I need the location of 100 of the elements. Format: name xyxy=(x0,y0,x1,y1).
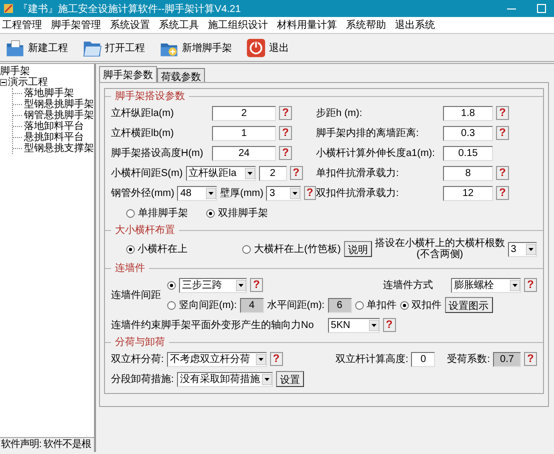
help-button[interactable]: ? xyxy=(304,186,316,200)
input-field[interactable]: 1 xyxy=(212,126,276,140)
help-button[interactable]: ? xyxy=(524,278,537,292)
window-title: 『建书』施工安全设施计算软件--脚手架计算V4.21 xyxy=(18,2,242,16)
toolbar-button[interactable]: 新增脚手架 xyxy=(157,36,234,58)
dropdown-arrow-icon[interactable] xyxy=(526,244,536,254)
dropdown-arrow-icon[interactable] xyxy=(368,320,379,330)
help-button[interactable]: ? xyxy=(279,106,292,120)
radio-icon[interactable] xyxy=(242,244,252,254)
input-field[interactable]: 6 xyxy=(328,298,352,312)
dropdown[interactable]: 立杆纵距la xyxy=(186,166,256,180)
field-label: 脚手架内排的离墙距离: xyxy=(316,126,420,140)
dropdown[interactable]: 不考虑双立杆分荷 xyxy=(166,352,267,366)
toolbar-button[interactable]: 新建工程 xyxy=(3,36,70,58)
input-field[interactable]: 24 xyxy=(212,146,276,160)
radio-button[interactable]: 双扣件 xyxy=(400,298,442,312)
tree-item[interactable]: 脚手架 xyxy=(0,66,94,77)
input-field[interactable]: 1.8 xyxy=(443,106,493,120)
tree-item[interactable]: 型钢悬挑脚手架 xyxy=(24,99,94,110)
radio-button[interactable]: 单扣件 xyxy=(354,298,397,312)
field-label: 竖向间距(m): xyxy=(179,299,237,312)
radio-icon[interactable] xyxy=(400,300,409,310)
radio-button[interactable] xyxy=(167,280,176,290)
input-field[interactable]: 0 xyxy=(411,352,436,366)
dropdown-arrow-icon[interactable] xyxy=(206,188,216,198)
section-title: 脚手架搭设参数 xyxy=(115,90,185,103)
radio-icon[interactable] xyxy=(126,244,135,254)
input-field[interactable]: 4 xyxy=(240,298,264,312)
help-button[interactable]: ? xyxy=(290,166,303,180)
menu-item[interactable]: 脚手架管理 xyxy=(51,17,101,33)
menu-item[interactable]: 材料用量计算 xyxy=(277,17,337,33)
field-label: 连墙件间距 xyxy=(111,288,162,302)
tree-item[interactable]: 演示工程 xyxy=(8,77,48,88)
radio-icon[interactable] xyxy=(354,300,364,310)
menu-item[interactable]: 系统工具 xyxy=(159,17,199,33)
dropdown-arrow-icon[interactable] xyxy=(290,188,300,198)
tree-item[interactable]: 型钢悬挑支撑架 xyxy=(24,143,94,154)
settings-button[interactable]: 设置 xyxy=(276,371,304,387)
radio-button[interactable]: 单排脚手架 xyxy=(126,206,188,220)
radio-icon[interactable] xyxy=(126,208,135,218)
menu-item[interactable]: 施工组织设计 xyxy=(208,17,268,33)
power-icon xyxy=(246,38,266,58)
radio-button[interactable] xyxy=(167,300,176,310)
dropdown-arrow-icon[interactable] xyxy=(244,168,255,178)
dropdown-arrow-icon[interactable] xyxy=(262,374,272,384)
info-button[interactable]: 说明 xyxy=(344,241,372,257)
help-button[interactable]: ? xyxy=(279,126,292,140)
dropdown[interactable]: 3 xyxy=(508,242,537,256)
help-button[interactable]: ? xyxy=(279,146,292,160)
help-button[interactable]: ? xyxy=(270,352,283,366)
input-field[interactable]: 2 xyxy=(258,166,287,180)
tab[interactable]: 脚手架参数 xyxy=(99,66,157,82)
field-label: 双立杆分荷: xyxy=(111,352,164,366)
tree-item[interactable]: 钢管悬挑脚手架 xyxy=(24,110,94,121)
field-label: 受荷系数: xyxy=(447,352,490,366)
input-field[interactable]: 8 xyxy=(443,166,493,180)
help-button[interactable]: ? xyxy=(496,106,509,120)
input-field[interactable]: 12 xyxy=(443,186,493,200)
radio-button[interactable]: 小横杆在上 xyxy=(126,242,188,256)
field-label: 立杆纵距la(m) xyxy=(111,106,175,120)
field-label: 立杆横距lb(m) xyxy=(111,126,175,140)
toolbar-button[interactable]: 打开工程 xyxy=(80,36,147,58)
dropdown[interactable]: 5KN xyxy=(328,318,380,332)
radio-button[interactable]: 大横杆在上(竹笆板) xyxy=(242,242,341,256)
field-label: 连墙件方式 xyxy=(383,278,433,292)
field-note: (不含两侧) xyxy=(415,249,464,260)
help-button[interactable]: ? xyxy=(382,318,396,332)
dropdown[interactable]: 48 xyxy=(177,186,218,200)
dropdown-arrow-icon[interactable] xyxy=(256,354,266,364)
menu-item[interactable]: 工程管理 xyxy=(2,17,42,33)
tree-item[interactable]: 悬挑卸料平台 xyxy=(24,132,84,143)
menu-item[interactable]: 系统帮助 xyxy=(346,17,386,33)
input-field[interactable]: 2 xyxy=(212,106,276,120)
collapse-icon[interactable] xyxy=(0,79,7,86)
field-label: 脚手架搭设高度H(m) xyxy=(111,146,204,160)
field-label: 分段卸荷措施: xyxy=(111,372,174,386)
help-button[interactable]: ? xyxy=(524,352,537,366)
radio-button[interactable]: 双排脚手架 xyxy=(206,206,268,220)
input-field[interactable]: 0.15 xyxy=(443,146,493,160)
dropdown[interactable]: 膨胀螺栓 xyxy=(451,278,521,292)
menu-item[interactable]: 系统设置 xyxy=(110,17,150,33)
tree-item[interactable]: 落地脚手架 xyxy=(24,88,74,99)
tab[interactable]: 荷载参数 xyxy=(157,68,205,82)
dropdown-arrow-icon[interactable] xyxy=(236,280,246,290)
input-field[interactable]: 0.3 xyxy=(443,126,493,140)
status-text: 软件声明: 软件不是根 xyxy=(0,437,94,452)
dropdown[interactable]: 三步三跨 xyxy=(179,278,247,292)
radio-icon[interactable] xyxy=(206,208,215,218)
tree-item[interactable]: 落地卸料平台 xyxy=(24,121,84,132)
menu-item[interactable]: 退出系统 xyxy=(395,17,435,33)
help-button[interactable]: ? xyxy=(496,126,509,140)
dropdown[interactable]: 没有采取卸荷措施 xyxy=(176,372,273,386)
help-button[interactable]: ? xyxy=(496,186,509,200)
dropdown-arrow-icon[interactable] xyxy=(510,280,520,290)
dropdown[interactable]: 3 xyxy=(266,186,301,200)
toolbar-button[interactable]: 退出 xyxy=(244,36,291,58)
help-button[interactable]: ? xyxy=(496,166,509,180)
help-button[interactable]: ? xyxy=(250,278,263,292)
field-label: 双扣件抗滑承载力: xyxy=(316,186,400,200)
diagram-button[interactable]: 设置图示 xyxy=(444,297,493,313)
